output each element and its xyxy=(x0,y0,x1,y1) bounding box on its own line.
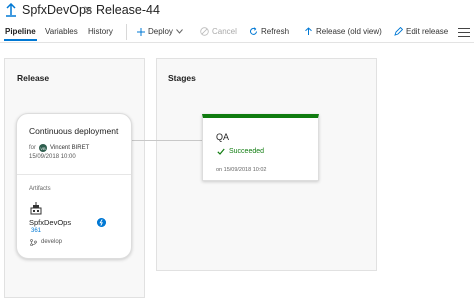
release-icon xyxy=(305,27,312,35)
lightning-icon xyxy=(97,218,106,227)
branch-icon xyxy=(30,239,37,246)
stage-name: QA xyxy=(216,132,230,142)
cancel-button[interactable]: Cancel xyxy=(200,27,237,36)
artifact-build-link[interactable]: 361 xyxy=(31,228,41,234)
stage-status: Succeeded xyxy=(217,148,264,155)
breadcrumb-pipeline[interactable]: SpfxDevOps xyxy=(22,3,92,17)
pipeline-connector xyxy=(130,140,202,141)
card-user: Vincent BIRET xyxy=(50,145,90,151)
stage-card-qa[interactable]: QA Succeeded on 15/09/2018 10:02 xyxy=(202,114,319,181)
refresh-button[interactable]: Refresh xyxy=(249,27,289,36)
avatar: VB xyxy=(39,144,48,152)
release-old-view-button[interactable]: Release (old view) xyxy=(304,27,382,36)
build-icon xyxy=(30,202,42,215)
cancel-icon xyxy=(200,27,209,36)
tab-history[interactable]: History xyxy=(88,27,113,36)
deploy-label: Deploy xyxy=(148,27,173,36)
stage-status-label: Succeeded xyxy=(229,148,265,155)
card-title: Continuous deployment xyxy=(29,126,119,136)
release-old-view-label: Release (old view) xyxy=(316,27,382,36)
deploy-button[interactable]: Deploy xyxy=(137,27,183,36)
release-panel-title: Release xyxy=(17,73,50,83)
header: SpfxDevOps > Release-44 ⌄ xyxy=(0,0,474,22)
hamburger-icon[interactable] xyxy=(458,28,470,38)
edit-release-label: Edit release xyxy=(406,27,449,36)
pipeline-icon xyxy=(6,3,16,17)
cancel-label: Cancel xyxy=(212,27,237,36)
card-date: 15/09/2018 10:00 xyxy=(29,154,76,160)
for-label: for xyxy=(29,145,37,151)
refresh-icon xyxy=(250,27,257,35)
card-triggered-by: for VB Vincent BIRET xyxy=(29,144,89,152)
stages-panel-title: Stages xyxy=(168,73,196,83)
edit-icon xyxy=(394,27,403,36)
chevron-down-icon xyxy=(176,29,183,34)
tab-pipeline[interactable]: Pipeline xyxy=(5,27,36,36)
tab-variables[interactable]: Variables xyxy=(45,27,78,36)
artifacts-label: Artifacts xyxy=(29,186,51,192)
artifact-name[interactable]: SpfxDevOps xyxy=(29,218,71,227)
stage-date: on 15/09/2018 10:02 xyxy=(216,167,267,173)
toolbar-divider-line xyxy=(0,42,474,43)
check-icon xyxy=(217,148,225,155)
active-tab-indicator xyxy=(4,39,37,41)
continuous-deployment-card[interactable]: Continuous deployment for VB Vincent BIR… xyxy=(16,113,132,259)
artifact-branch: develop xyxy=(41,239,63,245)
refresh-label: Refresh xyxy=(261,27,290,36)
card-divider xyxy=(17,174,131,175)
toolbar: Pipeline Variables History Deploy Cancel… xyxy=(0,22,474,42)
breadcrumb-separator: > xyxy=(84,3,92,17)
chevron-down-icon[interactable]: ⌄ xyxy=(147,5,155,16)
plus-icon xyxy=(137,27,145,36)
toolbar-divider xyxy=(126,24,127,40)
edit-release-button[interactable]: Edit release xyxy=(394,27,448,36)
